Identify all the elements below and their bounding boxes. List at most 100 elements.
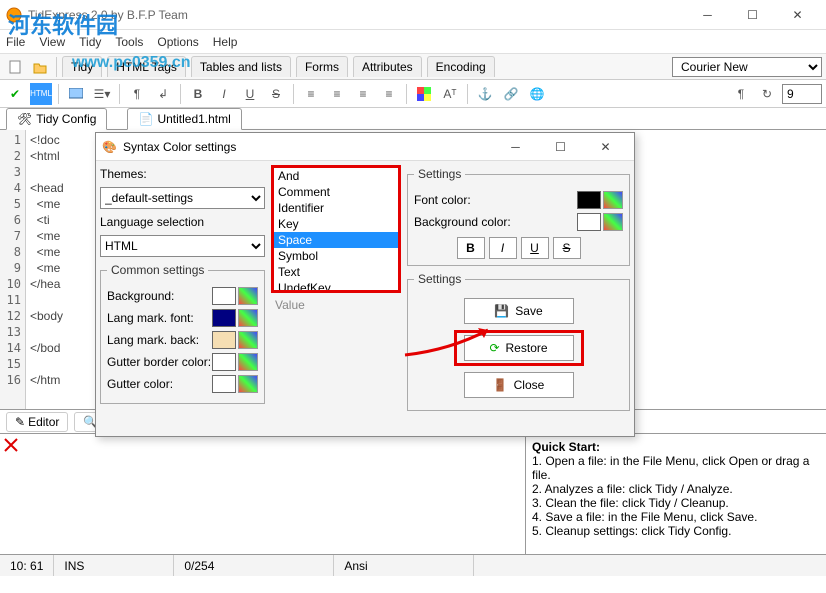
bg-color-swatch[interactable] [577,213,601,231]
strike-icon[interactable]: S [265,83,287,105]
token-item[interactable]: Symbol [274,248,398,264]
break-icon[interactable]: ↲ [152,83,174,105]
paragraph-icon[interactable]: ¶ [126,83,148,105]
toolbar-tab-htmltags[interactable]: HTML Tags [107,56,186,77]
check-icon[interactable]: ✔ [4,83,26,105]
error-icon [4,438,18,452]
bold-toggle[interactable]: B [457,237,485,259]
font-color-swatch[interactable] [577,191,601,209]
menu-file[interactable]: File [6,35,25,49]
quickstart-item: 1. Open a file: in the File Menu, click … [532,454,820,482]
menu-options[interactable]: Options [157,35,198,49]
pilcrow-icon[interactable]: ¶ [730,83,752,105]
menu-view[interactable]: View [39,35,65,49]
langmark-font-picker-icon[interactable] [238,309,258,327]
gutter-border-swatch[interactable] [212,353,236,371]
language-select[interactable]: HTML [100,235,265,257]
minimize-button[interactable]: ─ [685,1,730,29]
italic-icon[interactable]: I [213,83,235,105]
lower-panel: Quick Start: 1. Open a file: in the File… [0,434,826,554]
langmark-back-label: Lang mark. back: [107,333,199,347]
langmark-font-swatch[interactable] [212,309,236,327]
open-file-icon[interactable] [29,56,51,78]
background-swatch[interactable] [212,287,236,305]
bold-icon[interactable]: B [187,83,209,105]
color-swatch-icon[interactable] [413,83,435,105]
status-encoding: Ansi [334,555,474,576]
token-item[interactable]: Text [274,264,398,280]
background-picker-icon[interactable] [238,287,258,305]
menu-help[interactable]: Help [213,35,238,49]
link-icon[interactable]: 🔗 [500,83,522,105]
toolbar-tab-encoding[interactable]: Encoding [427,56,495,77]
quickstart-item: 3. Clean the file: click Tidy / Cleanup. [532,496,820,510]
menu-tidy[interactable]: Tidy [79,35,101,49]
gutter-color-swatch[interactable] [212,375,236,393]
token-settings-legend: Settings [414,167,465,181]
tidy-config-tab[interactable]: 🛠 Tidy Config [6,108,107,130]
langmark-back-picker-icon[interactable] [238,331,258,349]
dialog-close-button[interactable]: ✕ [583,133,628,161]
italic-toggle[interactable]: I [489,237,517,259]
gutter-color-picker-icon[interactable] [238,375,258,393]
language-label: Language selection [100,215,265,229]
bg-color-label: Background color: [414,215,511,229]
status-position: 10: 61 [0,555,54,576]
close-button[interactable]: ✕ [775,1,820,29]
token-item[interactable]: UndefKey [274,280,398,293]
strike-toggle[interactable]: S [553,237,581,259]
token-item[interactable]: Comment [274,184,398,200]
dialog-title: Syntax Color settings [123,140,236,154]
new-file-icon[interactable] [4,56,26,78]
align-left-icon[interactable]: ≡ [300,83,322,105]
token-item[interactable]: Value [271,297,401,313]
align-justify-icon[interactable]: ≡ [378,83,400,105]
restore-button[interactable]: ⟳Restore [464,335,574,361]
html-badge-icon[interactable]: HTML [30,83,52,105]
langmark-back-swatch[interactable] [212,331,236,349]
font-size-icon[interactable]: Aᵀ [439,83,461,105]
bg-color-picker-icon[interactable] [603,213,623,231]
editor-tab[interactable]: ✎Editor [6,412,68,432]
token-item[interactable]: Key [274,216,398,232]
toolbar-tab-attributes[interactable]: Attributes [353,56,422,77]
close-dialog-button[interactable]: 🚪Close [464,372,574,398]
themes-select[interactable]: _default-settings [100,187,265,209]
title-bar: TidExpress 2.0 by B.F.P Team ─ ☐ ✕ [0,0,826,30]
anchor-icon[interactable]: ⚓ [474,83,496,105]
gutter-border-picker-icon[interactable] [238,353,258,371]
comment-icon[interactable] [65,83,87,105]
align-right-icon[interactable]: ≡ [352,83,374,105]
token-item-selected[interactable]: Space [274,232,398,248]
font-size-input[interactable] [782,84,822,104]
dialog-maximize-button[interactable]: ☐ [538,133,583,161]
gutter-border-label: Gutter border color: [107,355,211,369]
token-item[interactable]: And [274,168,398,184]
menu-tools[interactable]: Tools [115,35,143,49]
maximize-button[interactable]: ☐ [730,1,775,29]
action-settings-legend: Settings [414,272,465,286]
dialog-minimize-button[interactable]: ─ [493,133,538,161]
token-list[interactable]: And Comment Identifier Key Space Symbol … [271,165,401,293]
underline-toggle[interactable]: U [521,237,549,259]
save-button[interactable]: 💾Save [464,298,574,324]
langmark-font-label: Lang mark. font: [107,311,194,325]
side-tab-row: 🛠 Tidy Config 📄 Untitled1.html [0,108,826,130]
toolbar-tab-tables[interactable]: Tables and lists [191,56,291,77]
save-icon: 💾 [494,304,509,318]
toolbar-tab-forms[interactable]: Forms [296,56,348,77]
underline-icon[interactable]: U [239,83,261,105]
font-color-picker-icon[interactable] [603,191,623,209]
file-icon: 📄 [138,112,153,126]
align-center-icon[interactable]: ≡ [326,83,348,105]
list-icon[interactable]: ☰▾ [91,83,113,105]
globe-icon[interactable]: 🌐 [526,83,548,105]
toolbar-tab-tidy[interactable]: Tidy [62,56,102,77]
action-settings-group: Settings 💾Save ⟳Restore 🚪Close [407,272,630,411]
status-bar: 10: 61 INS 0/254 Ansi [0,554,826,576]
token-item[interactable]: Identifier [274,200,398,216]
font-family-select[interactable]: Courier New [672,57,822,77]
file-tab[interactable]: 📄 Untitled1.html [127,108,241,130]
refresh-icon[interactable]: ↻ [756,83,778,105]
toolbar-tabs: Tidy HTML Tags Tables and lists Forms At… [0,54,826,80]
